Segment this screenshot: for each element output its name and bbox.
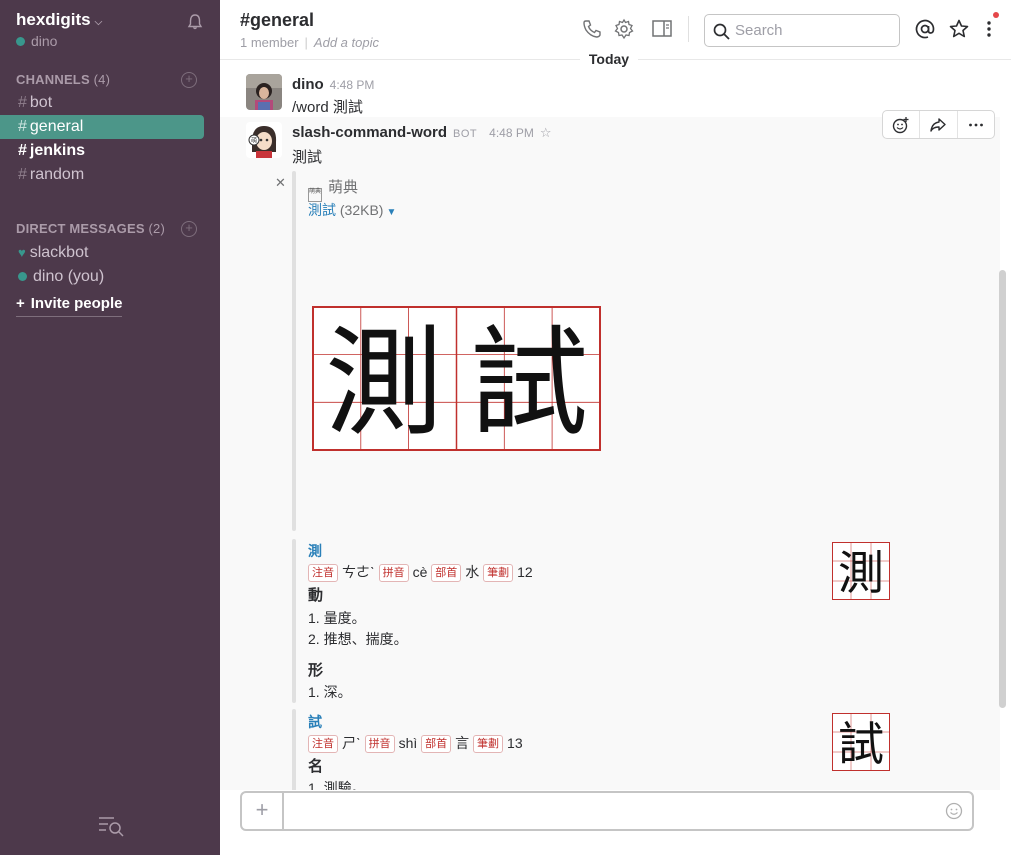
message-text: 測試 xyxy=(292,149,323,166)
message-author[interactable]: dino 4:48 PM xyxy=(292,76,374,93)
svg-text:測: 測 xyxy=(838,546,884,600)
message-author[interactable]: slash-command-word BOT 4:48 PM ☆ xyxy=(292,124,552,141)
message-text: /word 測試 xyxy=(292,99,363,116)
definition-item: 1. 量度。 xyxy=(308,610,366,626)
attachment-bar xyxy=(292,709,296,790)
team-menu[interactable]: hexdigits ⌵ xyxy=(16,10,102,30)
emoji-add-icon xyxy=(892,116,909,133)
dm-header[interactable]: DIRECT MESSAGES (2) xyxy=(16,221,165,236)
sidebar-item-dino[interactable]: dino (you) xyxy=(0,265,204,289)
part-of-speech: 名 xyxy=(308,758,324,775)
part-of-speech: 形 xyxy=(308,662,324,679)
ellipsis-icon xyxy=(968,123,983,126)
svg-text:試: 試 xyxy=(838,717,884,771)
at-icon[interactable] xyxy=(914,18,936,40)
sidebar-item-bot[interactable]: # bot xyxy=(0,91,204,115)
star-message-icon[interactable]: ☆ xyxy=(540,125,552,140)
sidebar-item-slackbot[interactable]: ♥ slackbot xyxy=(0,241,204,265)
add-reaction-button[interactable] xyxy=(883,111,921,138)
sidebar-toggle-icon[interactable] xyxy=(651,18,673,40)
star-icon[interactable] xyxy=(948,18,970,40)
add-topic-link[interactable]: Add a topic xyxy=(314,35,379,50)
definition-item: 1. 測驗。 xyxy=(308,780,366,790)
member-count[interactable]: 1 member xyxy=(240,35,299,50)
search-box[interactable] xyxy=(704,14,900,47)
sidebar-item-random[interactable]: # random xyxy=(0,163,204,187)
caret-down-icon[interactable]: ▼ xyxy=(386,207,396,218)
invite-people-link[interactable]: + Invite people xyxy=(16,295,123,317)
message-composer: + xyxy=(240,791,974,831)
attachment-file[interactable]: 測試 (32KB) ▼ xyxy=(308,200,396,220)
part-of-speech: 動 xyxy=(308,587,324,604)
message-actions xyxy=(882,110,995,139)
gear-icon[interactable] xyxy=(613,18,635,40)
avatar[interactable] xyxy=(246,74,282,110)
presence-icon xyxy=(16,37,25,46)
scrollbar[interactable] xyxy=(999,270,1006,708)
divider xyxy=(688,16,689,42)
timestamp[interactable]: 4:48 PM xyxy=(330,78,375,92)
character-thumbnail[interactable]: 測 xyxy=(832,542,890,600)
share-message-button[interactable] xyxy=(920,111,958,138)
channels-header[interactable]: CHANNELS (4) xyxy=(16,72,110,87)
attachment-bar xyxy=(292,539,296,703)
kebab-icon[interactable] xyxy=(978,18,1000,40)
add-dm-icon[interactable]: + xyxy=(181,221,197,237)
definition-word[interactable]: 試 xyxy=(308,712,322,732)
image-char-1: 測 xyxy=(325,314,443,452)
image-char-2: 試 xyxy=(470,314,588,452)
message-pane: dino 4:48 PM /word 測試 萌 slash-command-wor… xyxy=(220,61,1000,790)
heart-icon: ♥ xyxy=(18,245,26,260)
pronunciation-line: 注音 ㄘㄜˋ 拼音 cè 部首水 筆劃 12 xyxy=(308,562,533,582)
timestamp[interactable]: 4:48 PM xyxy=(489,126,534,140)
chevron-down-icon: ⌵ xyxy=(94,17,103,28)
notification-dot xyxy=(993,12,999,18)
sidebar: hexdigits ⌵ dino CHANNELS (4) + # bot # gen… xyxy=(0,0,220,855)
attachment-service: 萌典 萌典 xyxy=(308,176,358,202)
avatar[interactable]: 萌 xyxy=(246,122,282,158)
attach-button[interactable]: + xyxy=(242,793,284,829)
sidebar-item-jenkins[interactable]: # jenkins xyxy=(0,139,204,163)
emoji-icon[interactable] xyxy=(945,802,963,820)
share-icon xyxy=(930,117,947,132)
add-channel-icon[interactable]: + xyxy=(181,72,197,88)
message-input[interactable] xyxy=(294,801,894,818)
definition-item: 2. 推想、揣度。 xyxy=(308,631,408,647)
more-actions-button[interactable] xyxy=(958,111,994,138)
bot-badge: BOT xyxy=(453,128,478,140)
pronunciation-line: 注音 ㄕˋ 拼音 shì 部首言 筆劃 13 xyxy=(308,733,523,753)
current-user[interactable]: dino xyxy=(16,33,57,49)
character-thumbnail[interactable]: 試 xyxy=(832,713,890,771)
search-input[interactable] xyxy=(735,22,885,39)
character-image[interactable]: 測 試 xyxy=(312,306,602,452)
svg-text:萌: 萌 xyxy=(251,137,257,145)
attachment-bar xyxy=(292,171,296,531)
search-list-icon[interactable] xyxy=(98,815,124,837)
bell-icon[interactable] xyxy=(186,13,204,31)
file-link[interactable]: 測試 xyxy=(308,202,336,218)
phone-icon[interactable] xyxy=(581,18,603,40)
definition-item: 1. 深。 xyxy=(308,684,352,700)
presence-icon xyxy=(18,272,27,281)
sidebar-item-general[interactable]: # general xyxy=(0,115,204,139)
channel-title[interactable]: #general xyxy=(240,10,314,31)
search-icon xyxy=(713,23,730,40)
definition-word[interactable]: 測 xyxy=(308,541,322,561)
channel-meta: 1 member | Add a topic xyxy=(240,35,379,50)
close-icon[interactable]: ✕ xyxy=(275,175,286,191)
